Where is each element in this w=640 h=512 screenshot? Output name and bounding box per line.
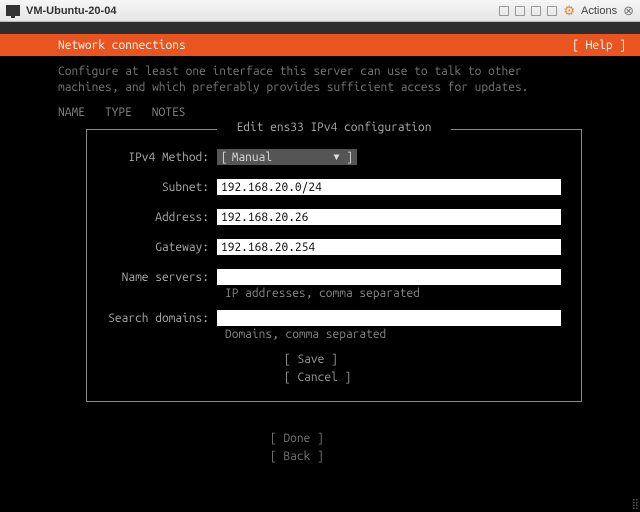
nameservers-hint: IP addresses, comma separated [107, 287, 561, 300]
header-bar: Network connections [ Help ] [0, 34, 640, 56]
cancel-button[interactable]: [ Cancel ] [284, 369, 384, 387]
nameservers-input[interactable] [217, 269, 561, 285]
gateway-input[interactable] [217, 239, 561, 255]
dialog-buttons: [ Save ] [ Cancel ] [107, 351, 561, 387]
dialog-title: Edit ens33 IPv4 configuration [87, 121, 581, 134]
subnet-input[interactable] [217, 179, 561, 195]
help-button[interactable]: [ Help ] [572, 39, 626, 52]
instructions-text: Configure at least one interface this se… [0, 56, 640, 100]
back-button[interactable]: [ Back ] [270, 448, 370, 466]
col-name: NAME [58, 106, 85, 119]
ipv4-dialog: Edit ens33 IPv4 configuration IPv4 Metho… [86, 129, 582, 402]
vm-toolbar: ⚙ Actions ⊗ [499, 3, 634, 19]
toolbar-icon-2[interactable] [515, 6, 525, 16]
toolbar-icon-3[interactable] [531, 6, 541, 16]
close-icon[interactable]: ⊗ [623, 3, 634, 19]
page-title: Network connections [58, 39, 572, 52]
save-button[interactable]: [ Save ] [284, 351, 384, 369]
monitor-icon [6, 5, 20, 16]
col-notes: NOTES [152, 106, 186, 119]
ipv4-method-value: Manual [228, 151, 334, 164]
gear-icon[interactable]: ⚙ [563, 4, 575, 17]
searchdomains-hint: Domains, comma separated [107, 328, 561, 341]
subnet-label: Subnet: [107, 181, 217, 194]
gateway-label: Gateway: [107, 241, 217, 254]
done-button[interactable]: [ Done ] [270, 430, 370, 448]
toolbar-icon-4[interactable] [547, 6, 557, 16]
footer-buttons: [ Done ] [ Back ] [0, 430, 640, 466]
address-input[interactable] [217, 209, 561, 225]
address-label: Address: [107, 211, 217, 224]
vm-titlebar: VM-Ubuntu-20-04 ⚙ Actions ⊗ [0, 0, 640, 22]
col-type: TYPE [105, 106, 132, 119]
searchdomains-label: Search domains: [107, 312, 217, 325]
ipv4-method-dropdown[interactable]: [ Manual ▼ ] [217, 149, 357, 165]
toolbar-icon-1[interactable] [499, 6, 509, 16]
console: Network connections [ Help ] Configure a… [0, 34, 640, 512]
method-label: IPv4 Method: [107, 151, 217, 164]
vm-title: VM-Ubuntu-20-04 [26, 5, 499, 17]
nameservers-label: Name servers: [107, 271, 217, 284]
actions-label[interactable]: Actions [581, 5, 617, 17]
searchdomains-input[interactable] [217, 310, 561, 326]
